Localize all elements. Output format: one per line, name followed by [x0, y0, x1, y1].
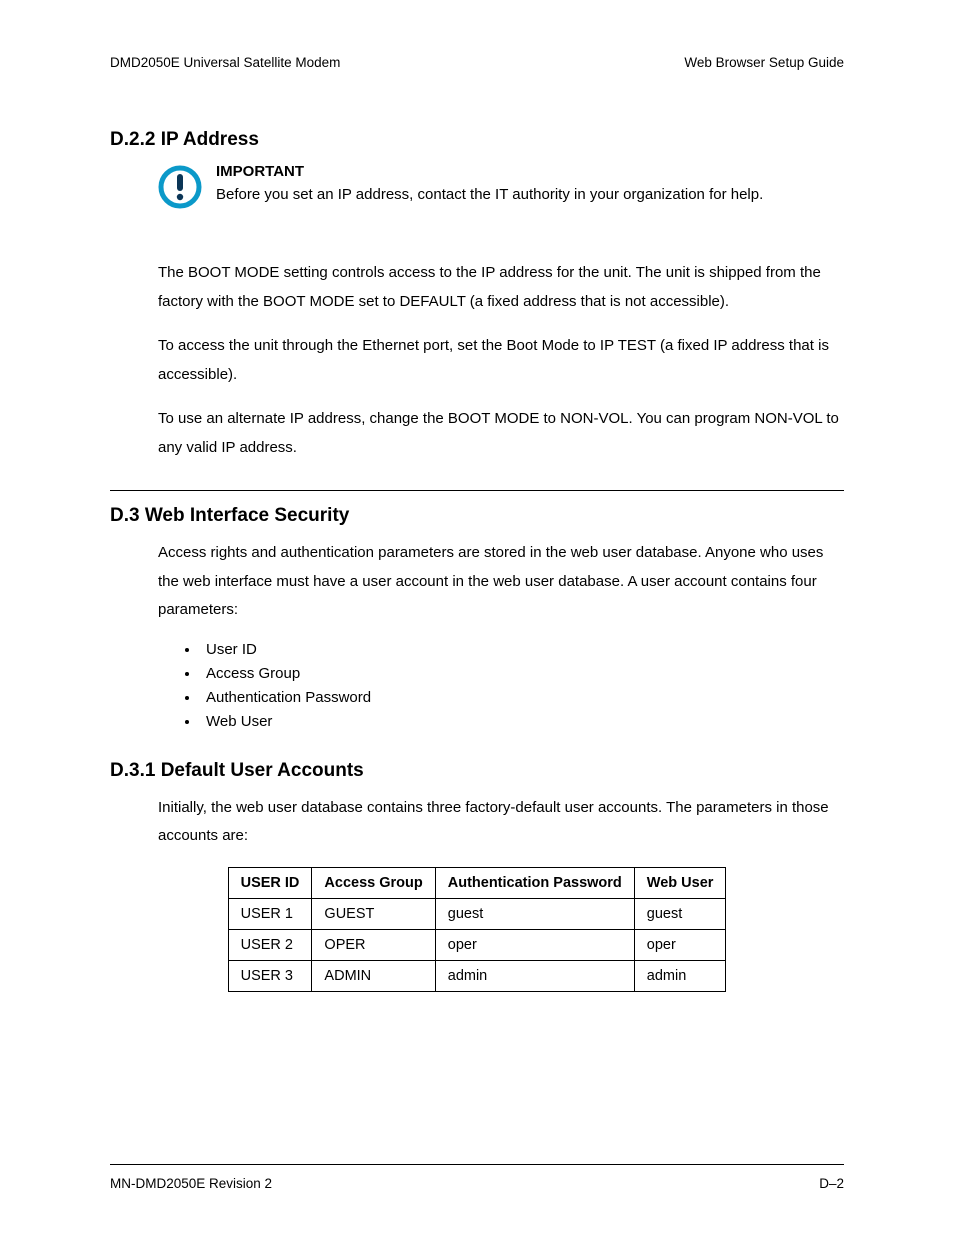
- heading-d22: D.2.2 IP Address: [110, 129, 844, 151]
- d31-body: Initially, the web user database contain…: [158, 794, 844, 851]
- footer-left: MN-DMD2050E Revision 2: [110, 1176, 272, 1191]
- header-right: Web Browser Setup Guide: [684, 55, 844, 70]
- table-row: USER 3 ADMIN admin admin: [228, 960, 726, 991]
- cell: USER 3: [228, 960, 312, 991]
- list-item: User ID: [200, 641, 844, 658]
- page-header: DMD2050E Universal Satellite Modem Web B…: [110, 55, 844, 74]
- d22-p2: To access the unit through the Ethernet …: [158, 332, 844, 389]
- heading-d31: D.3.1 Default User Accounts: [110, 760, 844, 782]
- cell: USER 2: [228, 929, 312, 960]
- cell: guest: [634, 898, 726, 929]
- important-icon: [158, 165, 202, 213]
- cell: admin: [435, 960, 634, 991]
- d3-p1: Access rights and authentication paramet…: [158, 539, 844, 625]
- list-item: Authentication Password: [200, 689, 844, 706]
- section-divider: [110, 490, 844, 491]
- d22-p3: To use an alternate IP address, change t…: [158, 405, 844, 462]
- cell: oper: [435, 929, 634, 960]
- cell: OPER: [312, 929, 435, 960]
- cell: GUEST: [312, 898, 435, 929]
- d3-body: Access rights and authentication paramet…: [158, 539, 844, 625]
- important-label: IMPORTANT: [216, 163, 763, 180]
- cell: oper: [634, 929, 726, 960]
- table-row: USER 1 GUEST guest guest: [228, 898, 726, 929]
- important-callout: IMPORTANT Before you set an IP address, …: [158, 163, 844, 213]
- footer-divider: [110, 1164, 844, 1165]
- list-item: Web User: [200, 713, 844, 730]
- d3-bullet-list: User ID Access Group Authentication Pass…: [158, 641, 844, 730]
- cell: admin: [634, 960, 726, 991]
- d22-p1: The BOOT MODE setting controls access to…: [158, 259, 844, 316]
- d22-body: The BOOT MODE setting controls access to…: [158, 259, 844, 462]
- important-text-block: IMPORTANT Before you set an IP address, …: [216, 163, 763, 203]
- heading-d3: D.3 Web Interface Security: [110, 505, 844, 527]
- d31-p1: Initially, the web user database contain…: [158, 794, 844, 851]
- th-access-group: Access Group: [312, 867, 435, 898]
- th-web-user: Web User: [634, 867, 726, 898]
- header-left: DMD2050E Universal Satellite Modem: [110, 55, 340, 70]
- th-userid: USER ID: [228, 867, 312, 898]
- th-auth-password: Authentication Password: [435, 867, 634, 898]
- table-row: USER 2 OPER oper oper: [228, 929, 726, 960]
- cell: USER 1: [228, 898, 312, 929]
- table-header-row: USER ID Access Group Authentication Pass…: [228, 867, 726, 898]
- cell: ADMIN: [312, 960, 435, 991]
- footer-right: D–2: [819, 1176, 844, 1191]
- accounts-table: USER ID Access Group Authentication Pass…: [228, 867, 727, 992]
- cell: guest: [435, 898, 634, 929]
- important-body: Before you set an IP address, contact th…: [216, 186, 763, 203]
- page-footer: MN-DMD2050E Revision 2 D–2: [110, 1176, 844, 1191]
- page: DMD2050E Universal Satellite Modem Web B…: [0, 0, 954, 1235]
- list-item: Access Group: [200, 665, 844, 682]
